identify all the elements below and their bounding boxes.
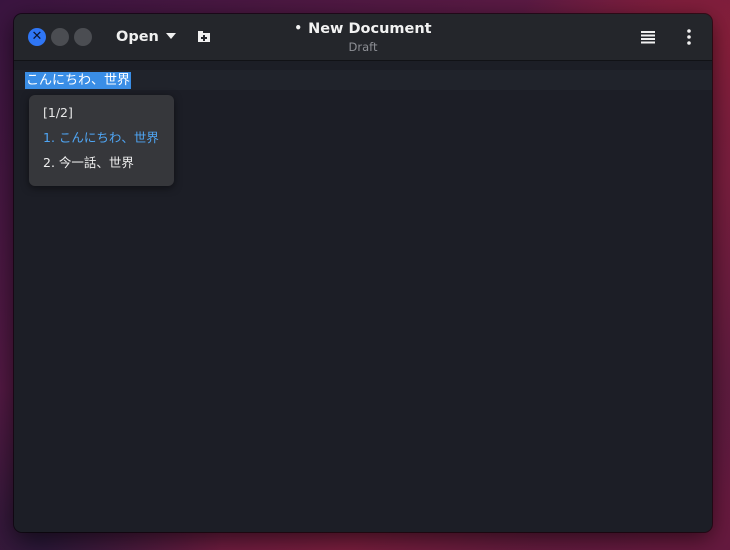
candidate-page-indicator: [1/2] bbox=[43, 105, 73, 120]
ime-candidate-popup: [1/2] 1. こんにちわ、世界 2. 今一話、世界 bbox=[29, 95, 174, 186]
headerbar: ✕ Open • New Document Draft bbox=[14, 14, 712, 61]
close-icon: ✕ bbox=[31, 29, 43, 44]
candidate-item[interactable]: 1. こんにちわ、世界 bbox=[43, 129, 159, 147]
candidate-item[interactable]: 2. 今一話、世界 bbox=[43, 154, 134, 172]
kebab-menu-icon bbox=[687, 29, 691, 45]
minimize-window-button[interactable] bbox=[51, 28, 69, 46]
close-window-button[interactable]: ✕ bbox=[28, 28, 46, 46]
hamburger-menu-button[interactable] bbox=[640, 29, 656, 45]
text-editor-window: ✕ Open • New Document Draft こんにちわ、世界 [1/… bbox=[14, 14, 712, 532]
open-button-label: Open bbox=[116, 29, 159, 45]
maximize-window-button[interactable] bbox=[74, 28, 92, 46]
text-editor-area[interactable]: こんにちわ、世界 [1/2] 1. こんにちわ、世界 2. 今一話、世界 bbox=[14, 61, 712, 532]
open-button[interactable]: Open bbox=[110, 25, 182, 49]
new-tab-button[interactable] bbox=[196, 29, 212, 45]
hamburger-menu-icon bbox=[641, 31, 655, 44]
preedit-text[interactable]: こんにちわ、世界 bbox=[25, 72, 132, 89]
document-title-text: New Document bbox=[308, 21, 432, 37]
modified-indicator: • bbox=[294, 21, 303, 35]
document-title: • New Document bbox=[233, 20, 493, 38]
more-options-button[interactable] bbox=[681, 28, 697, 46]
new-tab-icon bbox=[198, 31, 210, 42]
title-area: • New Document Draft bbox=[233, 20, 493, 54]
document-subtitle: Draft bbox=[348, 40, 378, 54]
chevron-down-icon bbox=[165, 33, 176, 39]
